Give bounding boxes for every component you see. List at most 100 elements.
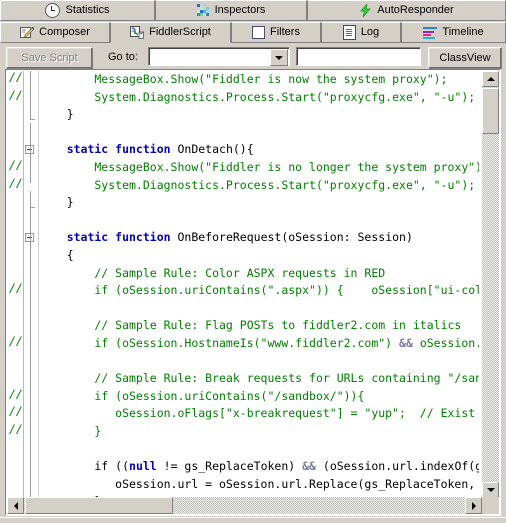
code-line[interactable]: if (oSession.uriContains(".aspx")) { oSe… bbox=[39, 282, 479, 300]
code-token-key: null bbox=[129, 459, 157, 474]
vertical-scrollbar[interactable] bbox=[482, 71, 499, 498]
tab-label: Filters bbox=[270, 26, 300, 38]
code-line[interactable]: System.Diagnostics.Process.Start("proxyc… bbox=[39, 89, 479, 107]
code-line[interactable]: } bbox=[39, 194, 479, 212]
tab-label: Statistics bbox=[65, 4, 110, 16]
triangle-right-icon bbox=[471, 501, 476, 510]
code-token-com: // Sample Rule: Color ASPX requests in R… bbox=[39, 265, 386, 280]
horizontal-scroll-thumb[interactable] bbox=[25, 497, 173, 514]
tab-inspectors[interactable]: Inspectors bbox=[155, 0, 307, 21]
code-token-com: MessageBox.Show("Fiddler is no longer th… bbox=[39, 159, 479, 174]
gutter-comment-marker: // bbox=[9, 87, 23, 102]
vertical-scroll-thumb[interactable] bbox=[482, 88, 499, 134]
scroll-left-button[interactable] bbox=[7, 497, 24, 514]
code-token-com: MessageBox.Show("Fiddler is now the syst… bbox=[39, 72, 448, 86]
code-line[interactable]: // Sample Rule: Color ASPX requests in R… bbox=[39, 265, 479, 283]
gutter-comment-marker: // bbox=[9, 334, 23, 348]
code-line[interactable] bbox=[39, 353, 479, 371]
code-text-area[interactable]: MessageBox.Show("Fiddler is now the syst… bbox=[39, 71, 479, 499]
pixel-cell bbox=[205, 13, 209, 16]
gutter-comment-marker: // bbox=[9, 386, 23, 401]
tab-label: Log bbox=[360, 26, 380, 38]
goto-input[interactable] bbox=[150, 49, 274, 64]
code-token-txt: if (( bbox=[39, 459, 130, 474]
triangle-up-icon bbox=[486, 77, 495, 81]
classview-label: ClassView bbox=[439, 52, 491, 64]
code-line[interactable]: } bbox=[39, 106, 479, 124]
gutter-comment-marker: // bbox=[9, 404, 23, 419]
triangle-left-icon bbox=[13, 501, 18, 510]
code-line[interactable]: oSession.url = oSession.url.Replace(gs_R… bbox=[39, 476, 479, 494]
tab-filters[interactable]: Filters bbox=[231, 22, 321, 43]
timeline-bar bbox=[423, 26, 438, 29]
code-folding-margin[interactable] bbox=[24, 71, 39, 499]
code-token-txt: } bbox=[39, 195, 74, 210]
timeline-bars-icon bbox=[423, 26, 438, 39]
code-line[interactable]: // Sample Rule: Flag POSTs to fiddler2.c… bbox=[39, 317, 479, 335]
document-line bbox=[345, 33, 352, 34]
code-line[interactable]: } bbox=[39, 423, 479, 441]
pencil-paper-icon bbox=[20, 26, 35, 39]
code-line[interactable]: MessageBox.Show("Fiddler is no longer th… bbox=[39, 159, 479, 177]
scroll-down-button[interactable] bbox=[482, 482, 499, 498]
pixelgrid-icon bbox=[196, 4, 210, 17]
script-icon bbox=[130, 26, 144, 39]
code-token-txt: OnDetach(){ bbox=[170, 142, 254, 157]
code-line[interactable]: { bbox=[39, 247, 479, 265]
code-line[interactable] bbox=[39, 300, 479, 318]
code-line[interactable] bbox=[39, 440, 479, 458]
timeline-bar bbox=[423, 36, 436, 39]
script-editor-surface[interactable]: // // // // // // // // // MessageBox.Show("Fidd… bbox=[7, 71, 499, 514]
code-line[interactable] bbox=[39, 212, 479, 230]
document-line bbox=[345, 29, 352, 30]
code-token-key: static function bbox=[39, 230, 171, 245]
scroll-right-button[interactable] bbox=[465, 497, 482, 514]
tab-label: Timeline bbox=[442, 26, 484, 38]
code-line[interactable]: if (oSession.uriContains("/sandbox/")){ bbox=[39, 388, 479, 406]
code-line[interactable]: oSession.oFlags["x-breakrequest"] = "yup… bbox=[39, 405, 479, 423]
script-editor[interactable]: // // // // // // // // // MessageBox.Show("Fidd… bbox=[5, 69, 501, 516]
code-line[interactable]: System.Diagnostics.Process.Start("proxyc… bbox=[39, 177, 479, 195]
code-token-com: if (oSession.uriContains(".aspx")) { oSe… bbox=[39, 283, 479, 298]
code-line[interactable]: MessageBox.Show("Fiddler is now the syst… bbox=[39, 71, 479, 89]
gutter-comment-marker: // bbox=[9, 158, 23, 172]
scroll-up-button[interactable] bbox=[482, 71, 499, 87]
tab-statistics[interactable]: Statistics bbox=[0, 0, 155, 21]
fiddler-window: Statistics Inspectors AutoResponder Compos… bbox=[0, 0, 506, 523]
code-line[interactable]: // Sample Rule: Break requests for URLs … bbox=[39, 370, 479, 388]
code-token-txt: oSession.url = oSession.url.Replace(gs_R… bbox=[39, 476, 476, 491]
code-token-txt: OnBeforeRequest(oSession: Session) bbox=[170, 230, 413, 245]
find-input[interactable] bbox=[299, 49, 419, 66]
tab-label: Inspectors bbox=[214, 4, 266, 16]
code-line[interactable] bbox=[39, 124, 479, 142]
tab-log[interactable]: Log bbox=[321, 22, 401, 43]
code-token-com: System.Diagnostics.Process.Start("proxyc… bbox=[39, 177, 476, 192]
tab-composer[interactable]: Composer bbox=[0, 22, 110, 43]
classview-button[interactable]: ClassView bbox=[428, 47, 502, 69]
save-script-label: Save Script bbox=[21, 52, 78, 64]
horizontal-scrollbar[interactable] bbox=[7, 497, 482, 514]
fold-end-marker bbox=[30, 119, 35, 121]
document-line bbox=[345, 35, 352, 36]
find-textbox[interactable] bbox=[296, 47, 421, 66]
code-token-txt: (oSession.url.indexOf(g bbox=[315, 459, 479, 474]
goto-label: Go to: bbox=[108, 51, 138, 63]
code-line[interactable]: if ((null != gs_ReplaceToken) && (oSessi… bbox=[39, 458, 479, 476]
tab-label: AutoResponder bbox=[377, 4, 454, 16]
code-line[interactable]: static function OnBeforeRequest(oSession… bbox=[39, 229, 479, 247]
code-token-com: } bbox=[39, 423, 102, 438]
code-line[interactable]: static function OnDetach(){ bbox=[39, 141, 479, 159]
goto-combobox[interactable] bbox=[148, 47, 290, 66]
chevron-down-icon[interactable] bbox=[270, 49, 288, 66]
tab-timeline[interactable]: Timeline bbox=[401, 22, 506, 43]
gutter-comment-marker: // bbox=[9, 281, 23, 296]
bookmark-margin[interactable]: // // // // // // // // // bbox=[7, 71, 24, 499]
tab-fiddlerscript[interactable]: FiddlerScript bbox=[110, 22, 231, 43]
code-token-txt: != gs_ReplaceToken) bbox=[156, 459, 303, 474]
triangle-down-icon bbox=[486, 488, 495, 492]
save-script-button[interactable]: Save Script bbox=[6, 47, 93, 69]
fold-tree-line bbox=[30, 123, 31, 183]
code-token-com: // Sample Rule: Break requests for URLs … bbox=[39, 371, 479, 386]
code-line[interactable]: if (oSession.HostnameIs("www.fiddler2.co… bbox=[39, 335, 479, 353]
tab-autoresponder[interactable]: AutoResponder bbox=[307, 0, 506, 21]
